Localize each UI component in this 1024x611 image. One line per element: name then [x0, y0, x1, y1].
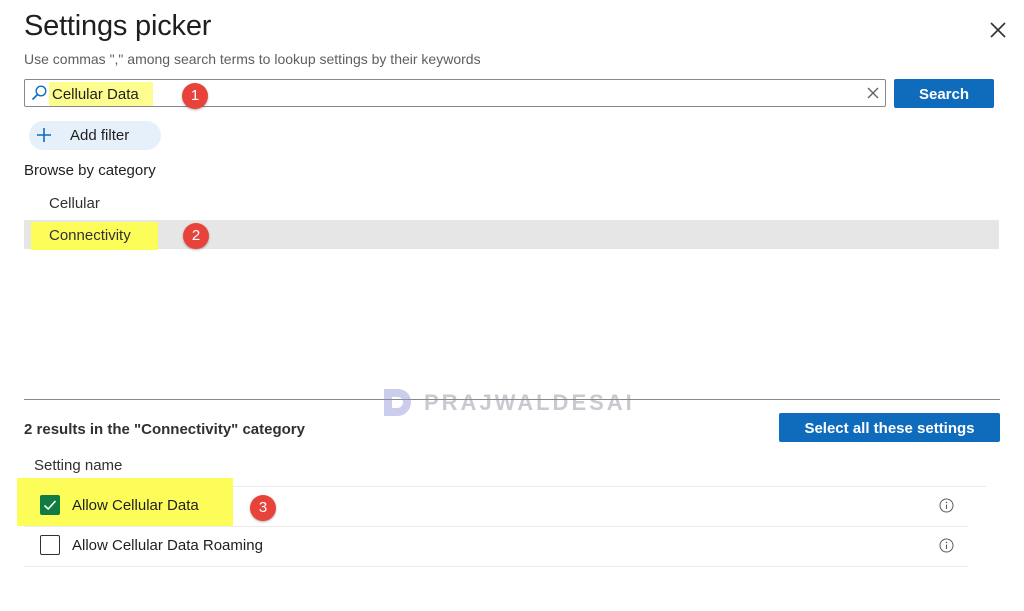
clear-icon[interactable]	[866, 86, 880, 100]
close-icon[interactable]	[986, 18, 1010, 42]
category-label: Cellular	[49, 195, 100, 212]
search-button[interactable]: Search	[894, 79, 994, 108]
browse-heading: Browse by category	[24, 162, 156, 179]
search-input[interactable]	[52, 83, 832, 105]
setting-name-label: Allow Cellular Data	[72, 497, 199, 514]
watermark: PRAJWALDESAI	[380, 384, 650, 422]
column-header-setting-name: Setting name	[34, 457, 123, 474]
panel-subtitle: Use commas "," among search terms to loo…	[24, 51, 481, 67]
add-filter-label: Add filter	[70, 127, 130, 144]
annotation-badge-3: 3	[250, 495, 276, 521]
category-item-cellular[interactable]: Cellular	[24, 189, 999, 218]
select-all-button[interactable]: Select all these settings	[779, 413, 1000, 442]
row-checkbox-unchecked[interactable]	[40, 535, 60, 555]
category-label: Connectivity	[49, 227, 131, 244]
info-icon[interactable]	[939, 498, 954, 513]
category-item-connectivity[interactable]: Connectivity	[24, 220, 999, 250]
info-icon[interactable]	[939, 538, 954, 553]
row-divider	[24, 566, 968, 567]
results-summary: 2 results in the "Connectivity" category	[24, 421, 305, 438]
add-filter-button[interactable]: Add filter	[29, 121, 161, 150]
row-checkbox-checked[interactable]	[40, 495, 60, 515]
search-icon	[31, 85, 47, 101]
setting-name-label: Allow Cellular Data Roaming	[72, 537, 263, 554]
panel-title: Settings picker	[24, 10, 212, 42]
annotation-badge-1: 1	[182, 83, 208, 109]
annotation-badge-2: 2	[183, 223, 209, 249]
watermark-text: PRAJWALDESAI	[424, 390, 635, 415]
watermark-logo-icon	[384, 389, 411, 416]
plus-icon	[37, 128, 51, 142]
checkmark-icon	[43, 500, 57, 511]
